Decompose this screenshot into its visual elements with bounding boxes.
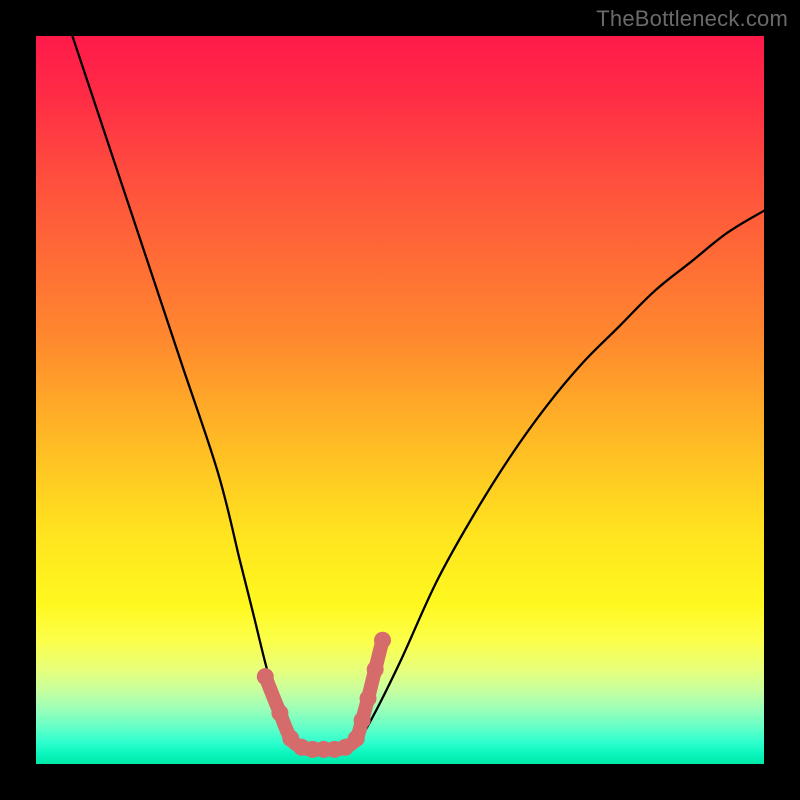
plot-area [36, 36, 764, 764]
nub-bead [374, 632, 391, 649]
nub-markers [257, 632, 391, 758]
chart-frame: TheBottleneck.com [0, 0, 800, 800]
nub-bead [367, 661, 384, 678]
curve-svg [36, 36, 764, 764]
nub-bead [360, 690, 377, 707]
watermark-text: TheBottleneck.com [596, 6, 788, 32]
curve-path [72, 36, 764, 750]
nub-bead [257, 668, 274, 685]
nub-bead [354, 712, 371, 729]
bottleneck-curve [72, 36, 764, 750]
nub-bead [348, 730, 365, 747]
nub-bead [271, 705, 288, 722]
